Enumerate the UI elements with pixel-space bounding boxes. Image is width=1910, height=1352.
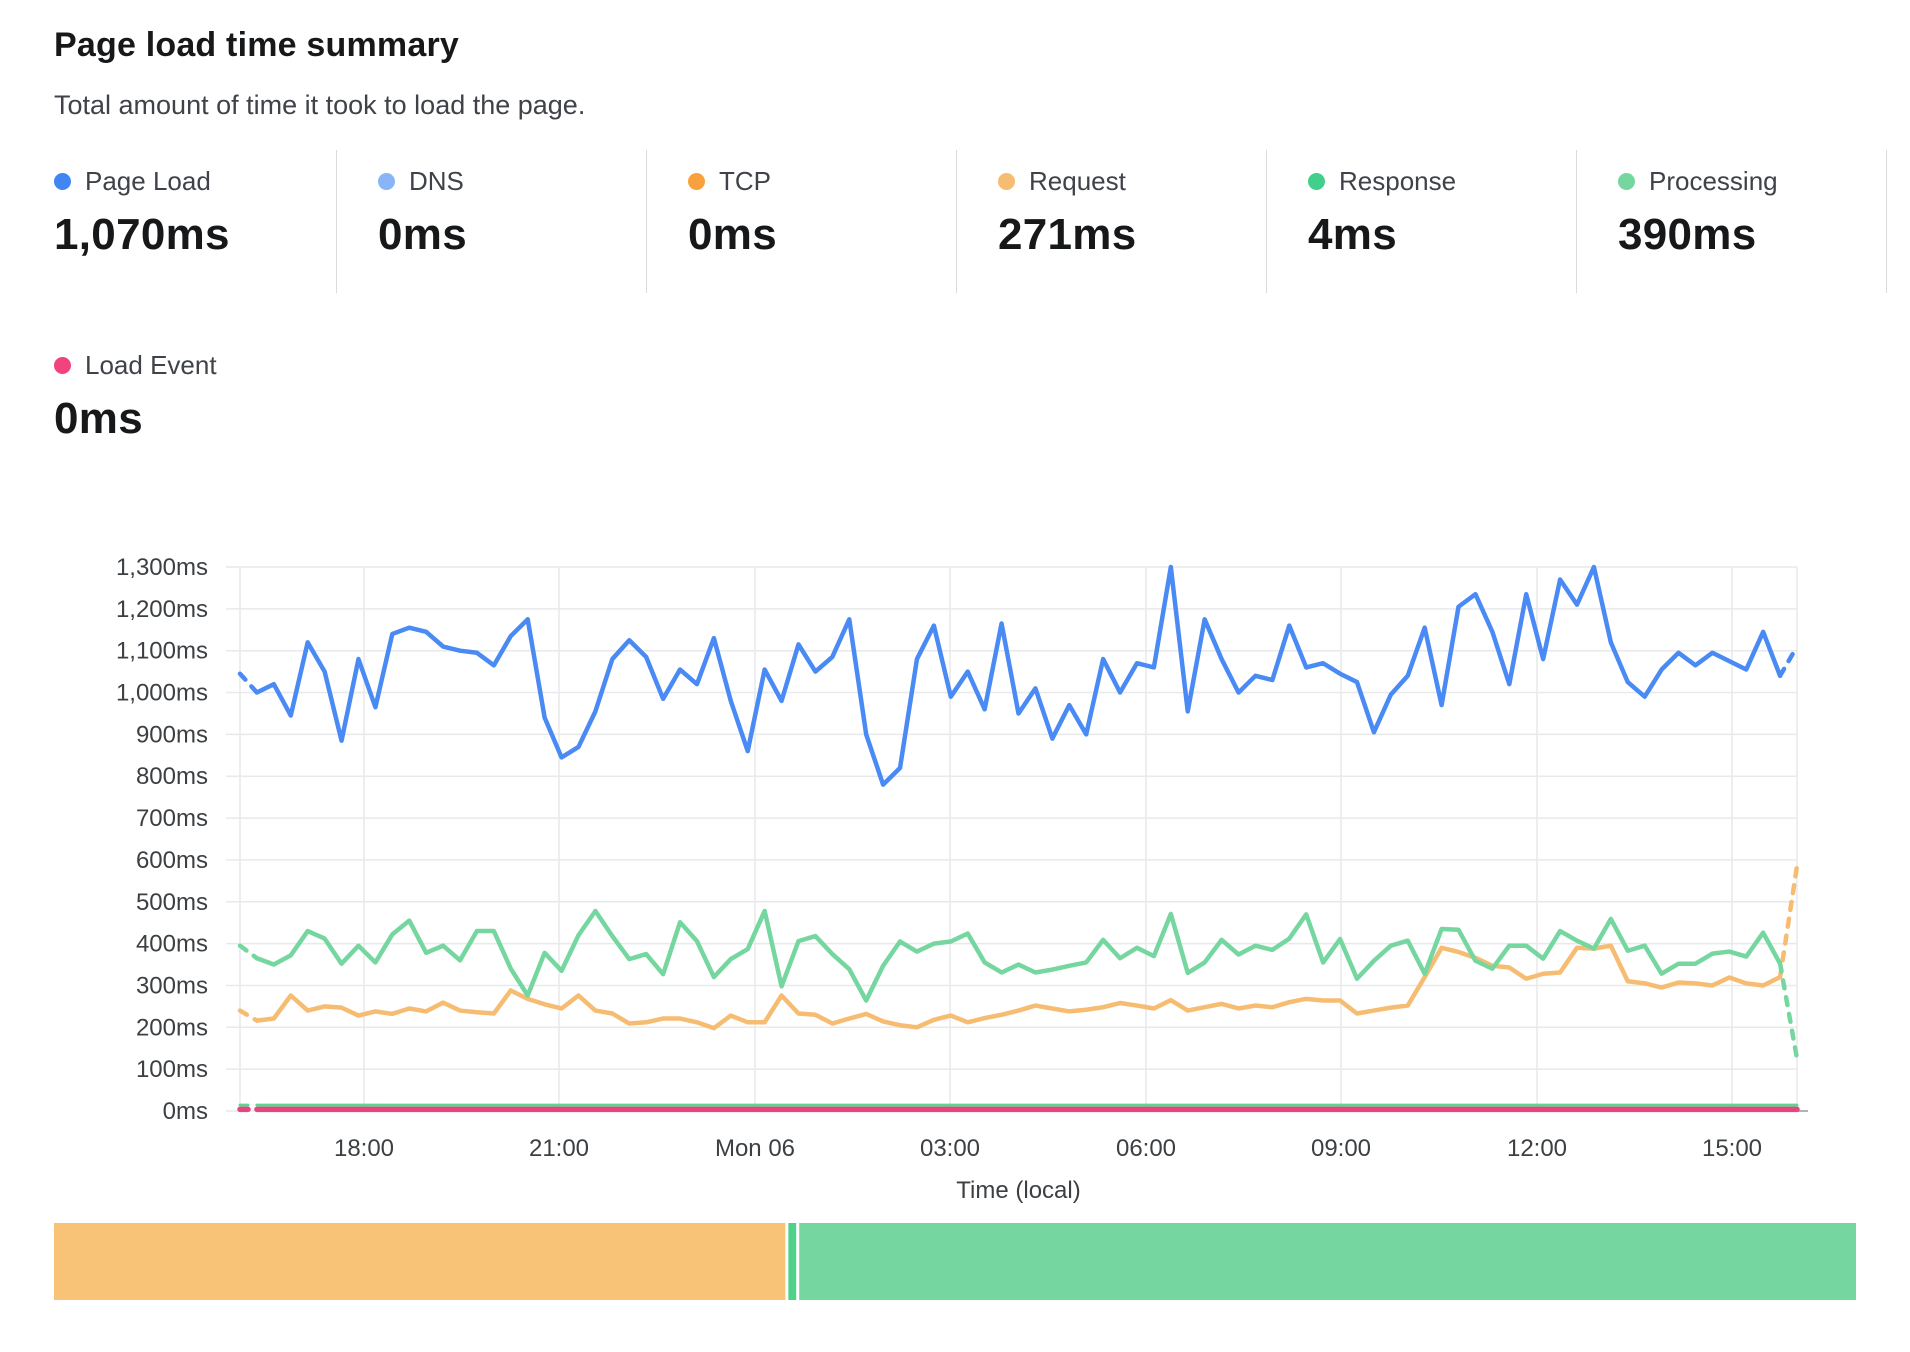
metrics-row-1: Page Load 1,070ms DNS 0ms TCP 0ms Reques…: [54, 150, 1887, 293]
y-axis-label: 200ms: [136, 1014, 208, 1041]
metric-dns[interactable]: DNS 0ms: [337, 150, 647, 293]
metric-value-load-event: 0ms: [54, 394, 217, 444]
chart-plot-area[interactable]: [240, 567, 1797, 1111]
x-axis-label: 15:00: [1702, 1135, 1762, 1162]
x-axis-label: 21:00: [529, 1135, 589, 1162]
dns-dot-icon: [378, 173, 395, 190]
bar-segment-response: [788, 1223, 796, 1300]
metric-label-processing: Processing: [1649, 166, 1778, 197]
metric-tcp[interactable]: TCP 0ms: [647, 150, 957, 293]
metric-label-tcp: TCP: [719, 166, 771, 197]
page-title: Page load time summary: [54, 26, 459, 65]
x-axis-label: 06:00: [1116, 1135, 1176, 1162]
y-axis-label: 400ms: [136, 931, 208, 958]
processing-dot-icon: [1618, 173, 1635, 190]
metric-load-event[interactable]: Load Event 0ms: [54, 350, 217, 444]
page-load-dot-icon: [54, 173, 71, 190]
tcp-dot-icon: [688, 173, 705, 190]
load-event-dot-icon: [54, 357, 71, 374]
y-axis-label: 500ms: [136, 889, 208, 916]
metric-label-load-event: Load Event: [85, 350, 217, 381]
y-axis-label: 1,200ms: [116, 596, 208, 623]
x-axis-label: 12:00: [1507, 1135, 1567, 1162]
y-axis-label: 1,000ms: [116, 680, 208, 707]
x-axis-label: 18:00: [334, 1135, 394, 1162]
metric-label-dns: DNS: [409, 166, 464, 197]
y-axis-label: 0ms: [163, 1098, 208, 1125]
metric-value-dns: 0ms: [378, 210, 646, 260]
x-axis-label: 09:00: [1311, 1135, 1371, 1162]
y-axis-label: 600ms: [136, 847, 208, 874]
y-axis-label: 700ms: [136, 805, 208, 832]
x-axis-label: Mon 06: [715, 1135, 795, 1162]
page-subtitle: Total amount of time it took to load the…: [54, 90, 585, 121]
metric-value-tcp: 0ms: [688, 210, 956, 260]
metric-label-request: Request: [1029, 166, 1126, 197]
y-axis-label: 1,300ms: [116, 554, 208, 581]
y-axis-label: 900ms: [136, 721, 208, 748]
x-axis-label: 03:00: [920, 1135, 980, 1162]
bar-segment-processing: [799, 1223, 1856, 1300]
metric-page-load[interactable]: Page Load 1,070ms: [54, 150, 337, 293]
metric-value-processing: 390ms: [1618, 210, 1886, 260]
metric-label-response: Response: [1339, 166, 1456, 197]
metric-request[interactable]: Request 271ms: [957, 150, 1267, 293]
metric-value-response: 4ms: [1308, 210, 1576, 260]
bar-segment-request: [54, 1223, 785, 1300]
y-axis-label: 100ms: [136, 1056, 208, 1083]
metric-value-page-load: 1,070ms: [54, 210, 336, 260]
request-dot-icon: [998, 173, 1015, 190]
metrics-row-2: Load Event 0ms: [54, 350, 217, 444]
y-axis-label: 800ms: [136, 763, 208, 790]
y-axis-label: 300ms: [136, 972, 208, 999]
response-dot-icon: [1308, 173, 1325, 190]
metric-value-request: 271ms: [998, 210, 1266, 260]
metric-label-page-load: Page Load: [85, 166, 211, 197]
metric-processing[interactable]: Processing 390ms: [1577, 150, 1887, 293]
x-axis-title: Time (local): [956, 1177, 1080, 1204]
metric-response[interactable]: Response 4ms: [1267, 150, 1577, 293]
y-axis-label: 1,100ms: [116, 638, 208, 665]
